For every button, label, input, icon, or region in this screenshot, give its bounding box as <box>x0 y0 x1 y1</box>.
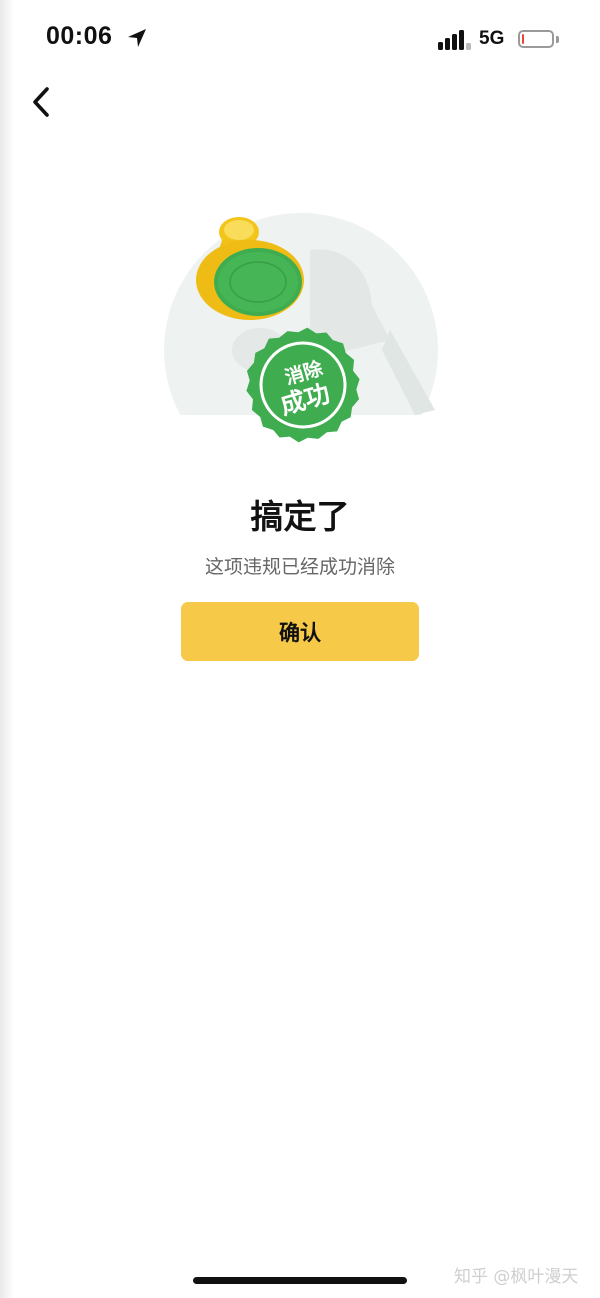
success-stamp-illustration: 消除 成功 <box>164 213 438 473</box>
network-type: 5G <box>479 28 505 49</box>
floor-fade <box>208 437 428 473</box>
signal-bars-icon <box>438 30 471 50</box>
confirm-button[interactable]: 确认 <box>181 602 419 661</box>
watermark: 知乎 @枫叶漫天 <box>454 1267 579 1287</box>
location-arrow-icon <box>128 29 146 47</box>
result-subtitle: 这项违规已经成功消除 <box>204 556 395 578</box>
home-indicator[interactable] <box>193 1277 407 1284</box>
battery-level <box>522 34 524 44</box>
page-title: 搞定了 <box>250 497 350 536</box>
edge-shadow <box>0 0 14 1298</box>
status-time: 00:06 <box>46 22 113 50</box>
battery-low-icon <box>518 30 554 48</box>
chevron-left-icon <box>33 87 49 117</box>
back-button[interactable] <box>24 82 60 122</box>
battery-cap <box>556 36 559 43</box>
